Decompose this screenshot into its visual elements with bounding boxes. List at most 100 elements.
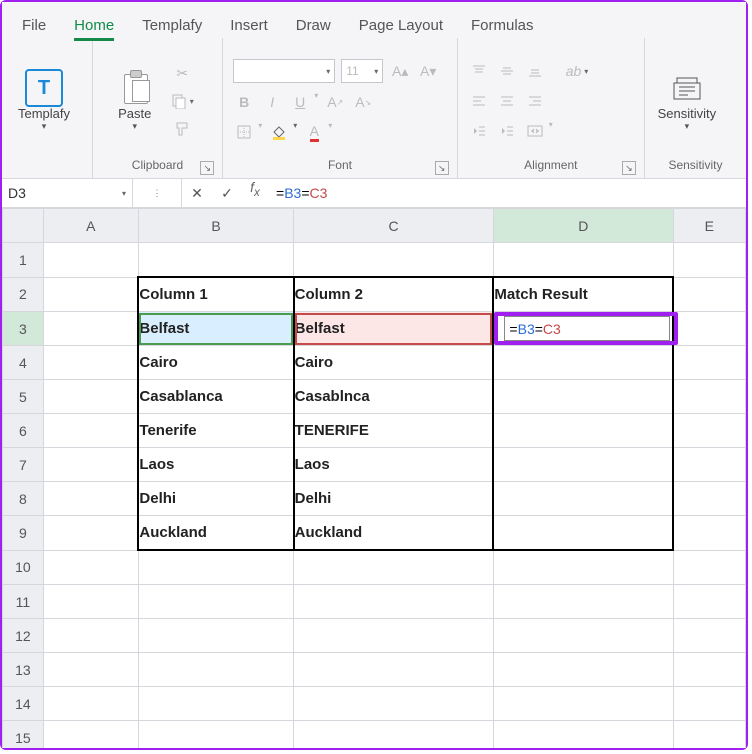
cell-D2[interactable]: Match Result <box>493 277 673 312</box>
bold-button[interactable]: B <box>233 91 255 113</box>
cell-B9[interactable]: Auckland <box>138 516 293 551</box>
align-left-icon <box>472 94 486 108</box>
select-all-corner[interactable] <box>3 209 44 243</box>
format-painter-button[interactable] <box>171 118 194 140</box>
cell-C7[interactable]: Laos <box>294 448 494 482</box>
check-icon: ✓ <box>221 185 233 202</box>
sensitivity-icon <box>672 73 702 103</box>
orientation-button[interactable]: ab▾ <box>566 60 589 82</box>
col-header-B[interactable]: B <box>138 209 293 243</box>
row-header-2[interactable]: 2 <box>3 277 44 312</box>
fill-color-button[interactable] <box>268 121 290 143</box>
cut-button[interactable]: ✂ <box>171 62 194 84</box>
row-header-14[interactable]: 14 <box>3 687 44 721</box>
row-header-13[interactable]: 13 <box>3 653 44 687</box>
align-middle-button[interactable] <box>496 60 518 82</box>
underline-button[interactable]: U <box>289 91 311 113</box>
cell-C9[interactable]: Auckland <box>294 516 494 551</box>
decrease-font-size-button[interactable]: A↘ <box>352 91 374 113</box>
accept-edit-button[interactable]: ✓ <box>212 179 242 207</box>
increase-font-size-button[interactable]: A↗ <box>324 91 346 113</box>
cell-C8[interactable]: Delhi <box>294 482 494 516</box>
cell-D6[interactable] <box>493 414 673 448</box>
cell-B5[interactable]: Casablanca <box>138 380 293 414</box>
alignment-group-label: Alignment <box>524 158 577 172</box>
tab-draw[interactable]: Draw <box>282 13 345 38</box>
col-header-E[interactable]: E <box>673 209 745 243</box>
decrease-indent-button[interactable] <box>468 120 490 142</box>
align-top-icon <box>472 64 486 78</box>
cell-B8[interactable]: Delhi <box>138 482 293 516</box>
cell-D4[interactable] <box>493 346 673 380</box>
font-size-select[interactable]: 11▾ <box>341 59 383 83</box>
cell-C2[interactable]: Column 2 <box>294 277 494 312</box>
row-header-12[interactable]: 12 <box>3 619 44 653</box>
row-header-8[interactable]: 8 <box>3 482 44 516</box>
row-header-3[interactable]: 3 <box>3 312 44 346</box>
paste-button[interactable]: Paste ▾ <box>101 66 169 136</box>
cell-B2[interactable]: Column 1 <box>138 277 293 312</box>
cell-C6[interactable]: TENERIFE <box>294 414 494 448</box>
decrease-font-button[interactable]: A▾ <box>417 60 439 82</box>
spreadsheet-grid[interactable]: A B C D E 1 2 Column 1 Column 2 Match Re… <box>2 208 746 748</box>
sensitivity-button[interactable]: Sensitivity ▾ <box>653 66 721 136</box>
tab-formulas[interactable]: Formulas <box>457 13 548 38</box>
cell-D5[interactable] <box>493 380 673 414</box>
tab-file[interactable]: File <box>8 13 60 38</box>
increase-font-icon: A▴ <box>392 63 408 80</box>
row-header-4[interactable]: 4 <box>3 346 44 380</box>
name-box-expand-icon[interactable]: ⋮ <box>153 188 162 199</box>
increase-font-button[interactable]: A▴ <box>389 60 411 82</box>
tab-page-layout[interactable]: Page Layout <box>345 13 457 38</box>
row-header-5[interactable]: 5 <box>3 380 44 414</box>
cell-B6[interactable]: Tenerife <box>138 414 293 448</box>
cell-B3[interactable]: Belfast <box>138 312 293 346</box>
name-box[interactable]: D3▾ <box>2 179 133 207</box>
cell-C5[interactable]: Casablnca <box>294 380 494 414</box>
clipboard-launcher[interactable]: ↘ <box>200 161 214 175</box>
col-header-C[interactable]: C <box>294 209 494 243</box>
font-group-label: Font <box>328 158 352 172</box>
row-header-6[interactable]: 6 <box>3 414 44 448</box>
align-right-button[interactable] <box>524 90 546 112</box>
align-center-button[interactable] <box>496 90 518 112</box>
align-bottom-button[interactable] <box>524 60 546 82</box>
font-launcher[interactable]: ↘ <box>435 161 449 175</box>
cell-C3[interactable]: Belfast <box>294 312 494 346</box>
tab-insert[interactable]: Insert <box>216 13 282 38</box>
cell-C4[interactable]: Cairo <box>294 346 494 380</box>
row-header-1[interactable]: 1 <box>3 243 44 278</box>
templafy-button[interactable]: T Templafy ▾ <box>10 66 78 136</box>
cancel-edit-button[interactable]: ✕ <box>182 179 212 207</box>
cell-B7[interactable]: Laos <box>138 448 293 482</box>
merge-button[interactable] <box>524 120 546 142</box>
italic-button[interactable]: I <box>261 91 283 113</box>
indent-left-icon <box>472 124 486 138</box>
row-header-7[interactable]: 7 <box>3 448 44 482</box>
font-name-select[interactable]: ▾ <box>233 59 335 83</box>
tab-home[interactable]: Home <box>60 13 128 38</box>
formula-input[interactable]: =B3=C3 <box>268 179 746 207</box>
cell-D7[interactable] <box>493 448 673 482</box>
increase-indent-button[interactable] <box>496 120 518 142</box>
col-header-A[interactable]: A <box>43 209 138 243</box>
col-header-D[interactable]: D <box>493 209 673 243</box>
cell-B4[interactable]: Cairo <box>138 346 293 380</box>
cell-D3[interactable]: =B3=C3 <box>493 312 673 346</box>
align-left-button[interactable] <box>468 90 490 112</box>
cell-D9[interactable] <box>493 516 673 551</box>
row-header-10[interactable]: 10 <box>3 550 44 585</box>
align-right-icon <box>528 94 542 108</box>
row-header-15[interactable]: 15 <box>3 721 44 749</box>
align-top-button[interactable] <box>468 60 490 82</box>
fx-icon[interactable]: fx <box>242 179 268 207</box>
copy-button[interactable]: ▾ <box>171 90 194 112</box>
alignment-launcher[interactable]: ↘ <box>622 161 636 175</box>
borders-button[interactable] <box>233 121 255 143</box>
font-color-button[interactable]: A <box>303 121 325 143</box>
clipboard-group-label: Clipboard <box>132 158 183 172</box>
row-header-11[interactable]: 11 <box>3 585 44 619</box>
cell-D8[interactable] <box>493 482 673 516</box>
tab-templafy[interactable]: Templafy <box>128 13 216 38</box>
row-header-9[interactable]: 9 <box>3 516 44 551</box>
